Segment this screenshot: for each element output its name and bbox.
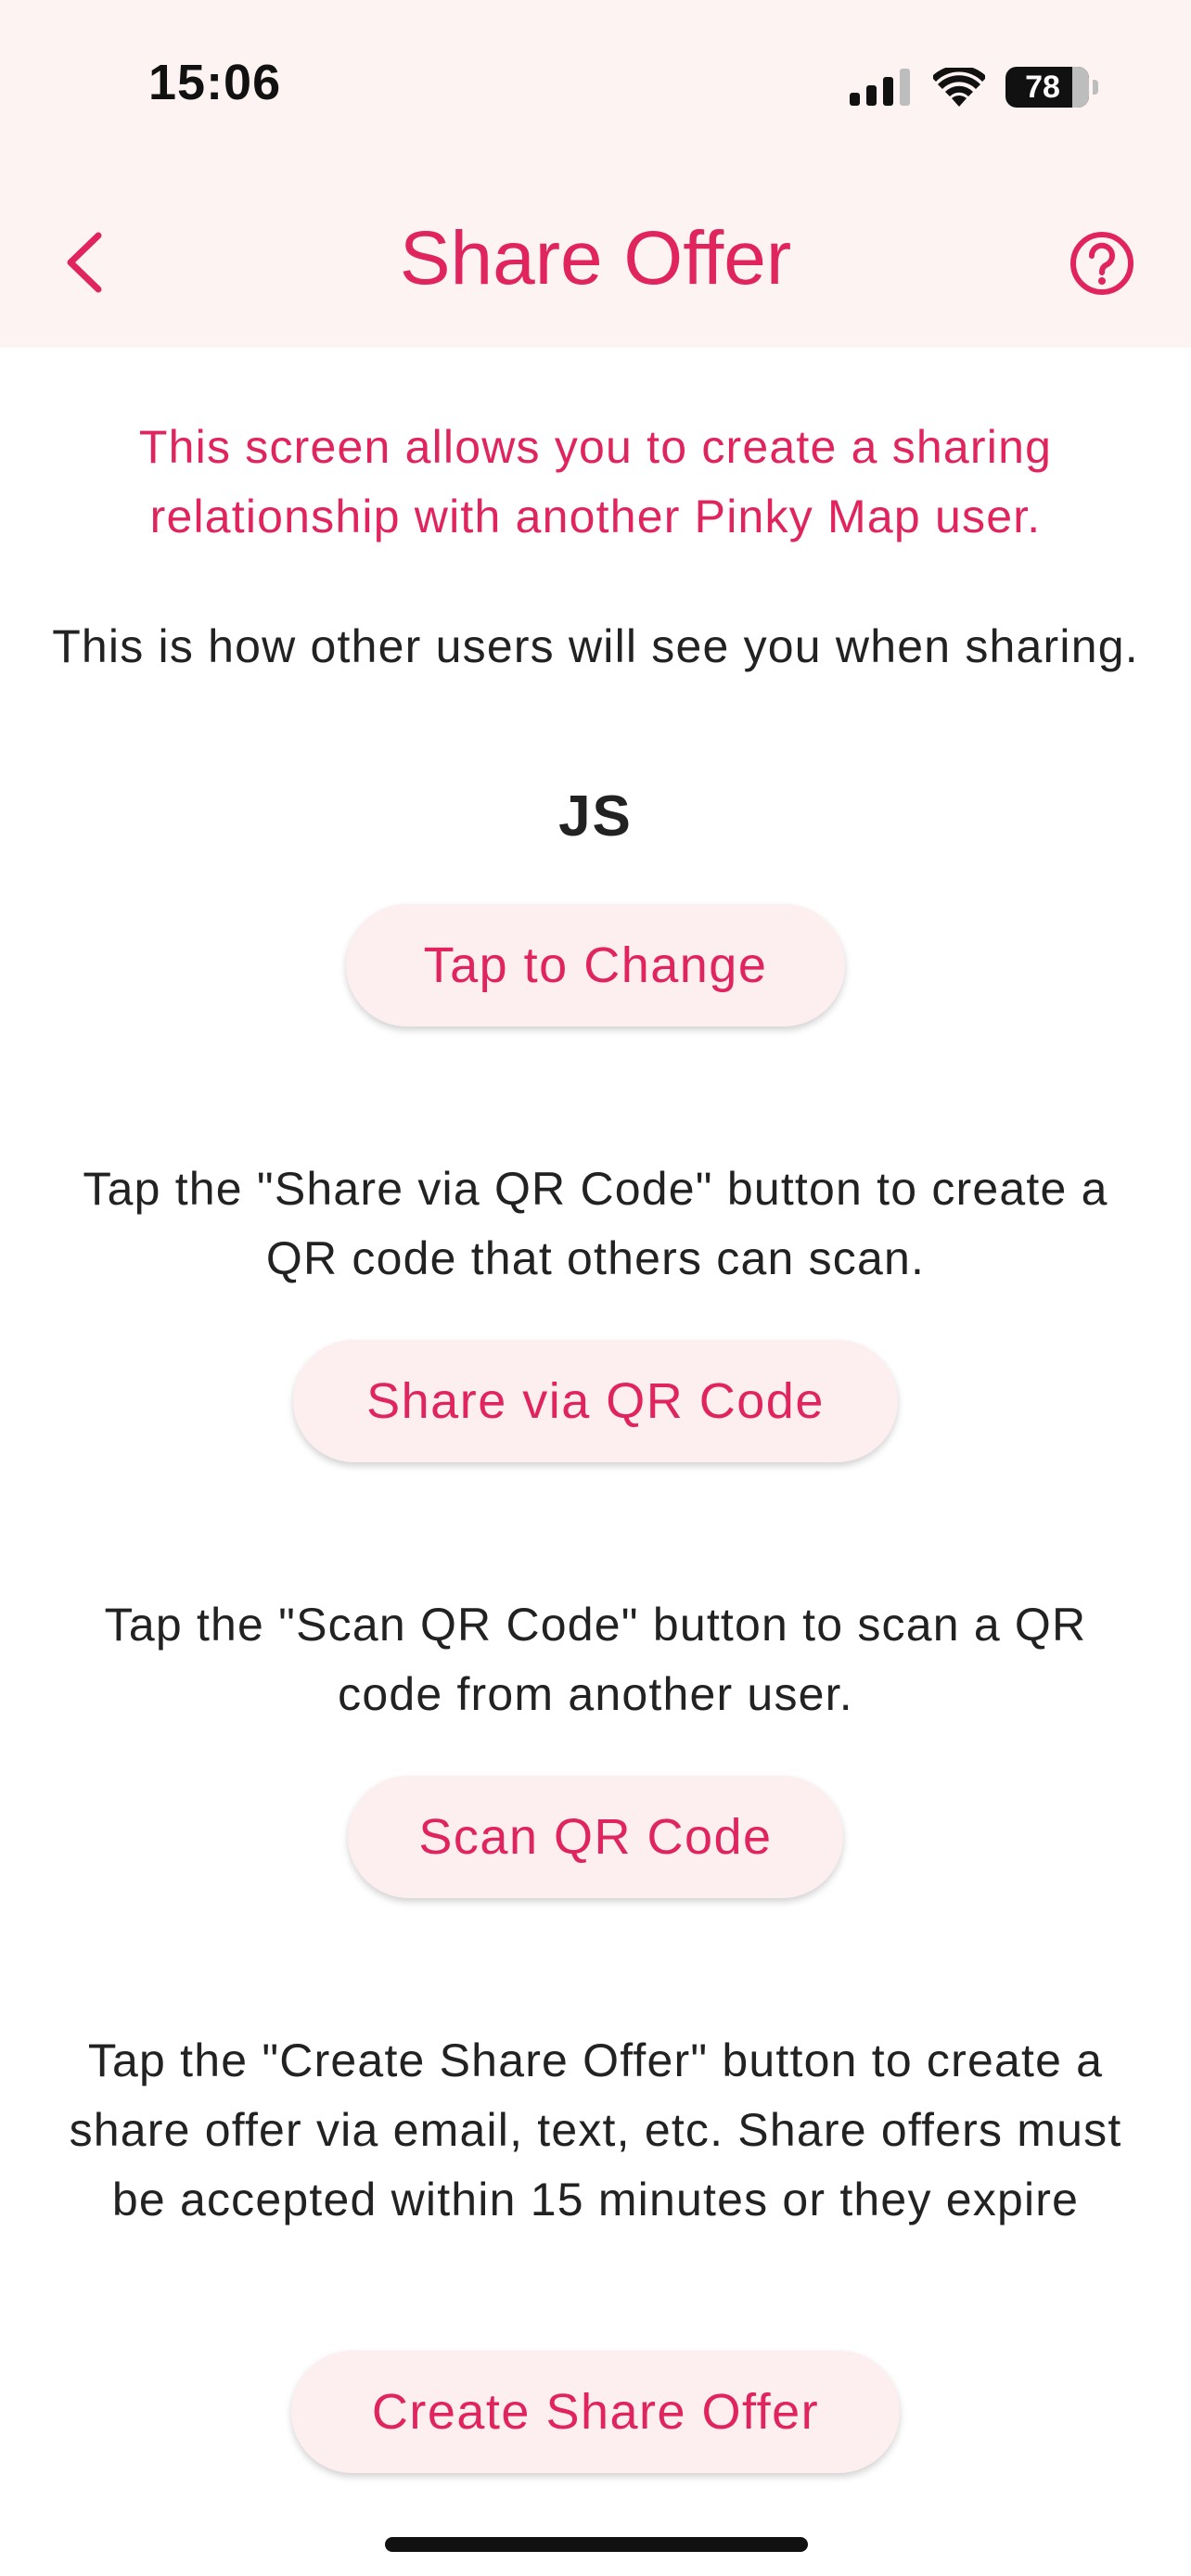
battery-tip bbox=[1093, 80, 1098, 95]
scan-qr-button[interactable]: Scan QR Code bbox=[348, 1776, 843, 1898]
help-circle-icon bbox=[1070, 232, 1133, 295]
share-offer-text: Tap the "Create Share Offer" button to c… bbox=[69, 2034, 1122, 2225]
qr-scan-text: Tap the "Scan QR Code" button to scan a … bbox=[104, 1599, 1087, 1720]
battery-icon: 78 bbox=[1005, 67, 1089, 108]
status-icons: 78 bbox=[850, 63, 1098, 111]
wifi-icon bbox=[933, 68, 985, 107]
user-initials: JS bbox=[558, 784, 633, 848]
tap-to-change-button[interactable]: Tap to Change bbox=[346, 904, 845, 1027]
appearance-text: This is how other users will see you whe… bbox=[52, 620, 1139, 672]
create-share-offer-button[interactable]: Create Share Offer bbox=[291, 2351, 900, 2473]
share-via-qr-button[interactable]: Share via QR Code bbox=[293, 1340, 898, 1462]
help-button[interactable] bbox=[1069, 230, 1135, 297]
top-bar: 15:06 78 Share Offer bbox=[0, 0, 1191, 348]
home-indicator bbox=[385, 2537, 808, 2552]
battery-level: 78 bbox=[1025, 69, 1060, 105]
share-offer-screen: 15:06 78 Share Offer This screen allows … bbox=[0, 0, 1191, 2576]
qr-share-text: Tap the "Share via QR Code" button to cr… bbox=[83, 1163, 1108, 1284]
intro-text: This screen allows you to create a shari… bbox=[138, 421, 1053, 542]
status-time: 15:06 bbox=[148, 55, 282, 110]
page-title: Share Offer bbox=[399, 216, 792, 300]
cellular-signal-icon bbox=[850, 69, 910, 106]
